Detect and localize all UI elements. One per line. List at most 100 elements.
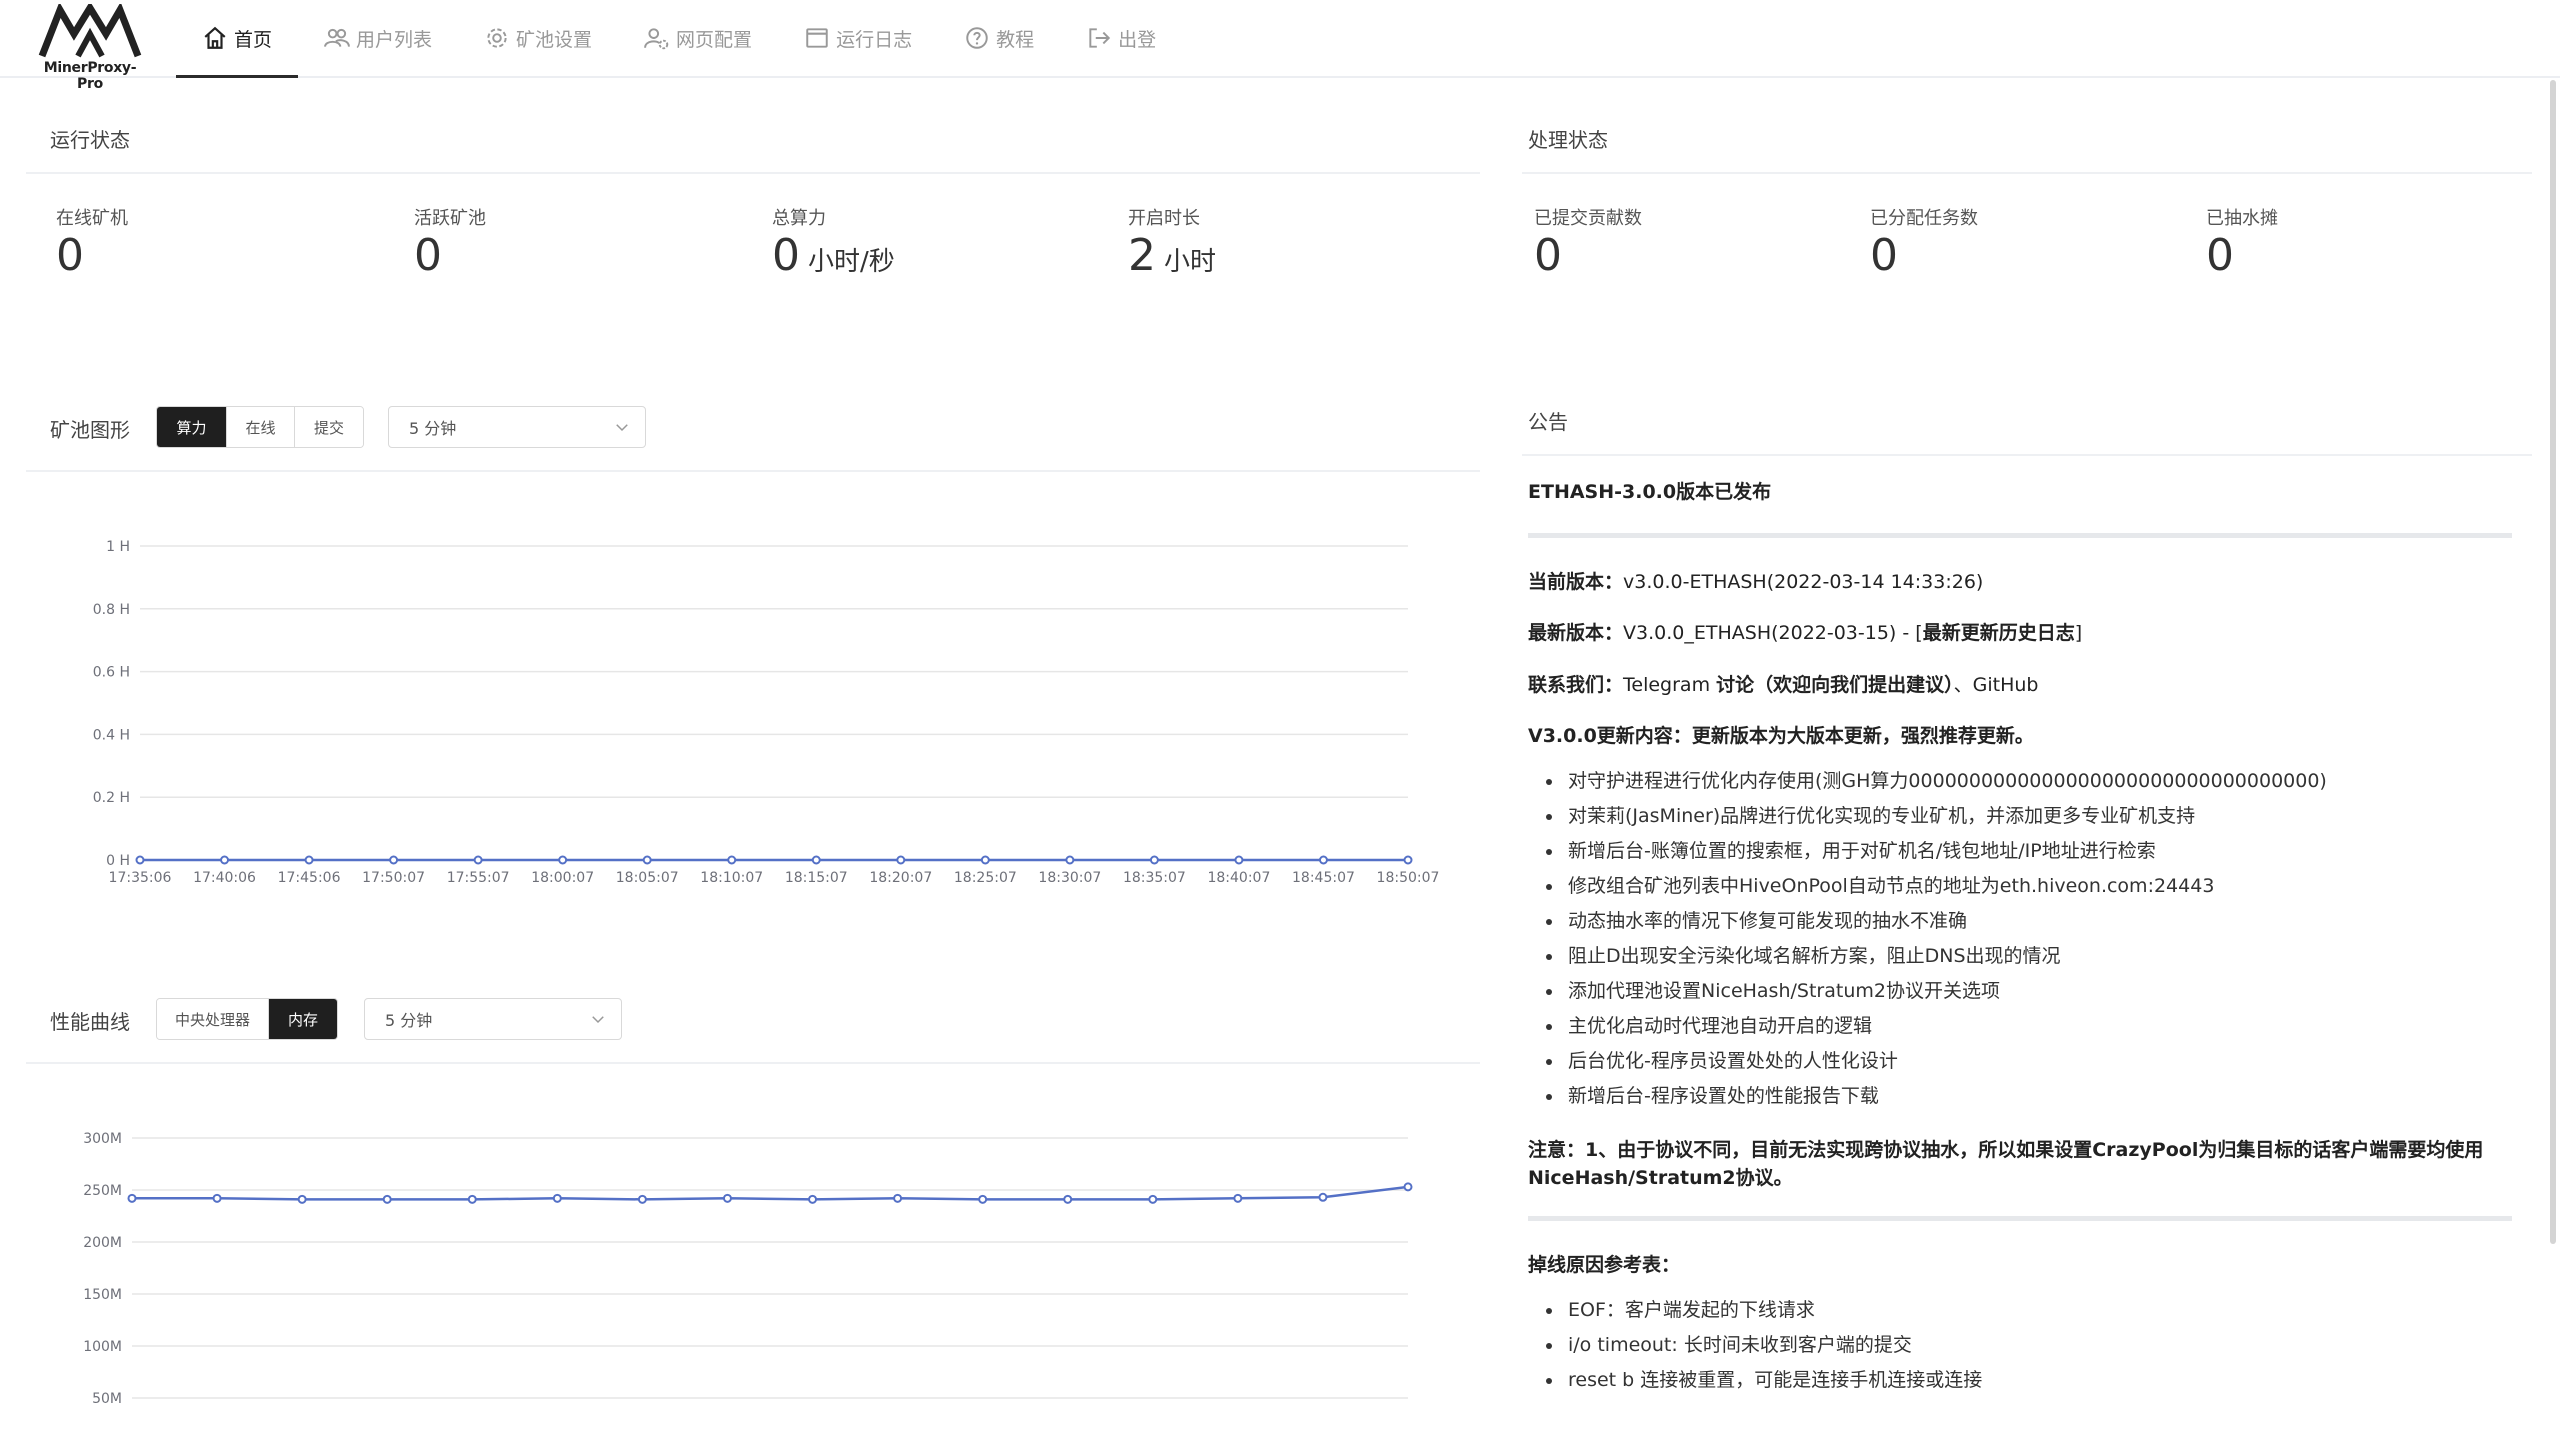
pool-chart-divider xyxy=(26,470,1480,472)
data-point xyxy=(642,855,652,865)
chevron-down-icon xyxy=(592,1016,604,1024)
disconnect-list: EOF：客户端发起的下线请求 i/o timeout: 长时间未收到客户端的提交… xyxy=(1528,1293,2512,1398)
data-point xyxy=(808,1194,818,1204)
y-tick-label: 0.8 H xyxy=(93,602,130,618)
github-link[interactable]: GitHub xyxy=(1973,674,2039,696)
data-point xyxy=(980,855,990,865)
x-tick-label: 17:35:06 xyxy=(109,870,172,886)
y-tick-label: 0 H xyxy=(106,853,130,869)
y-tick-label: 150M xyxy=(83,1287,122,1303)
nav-logs-label: 运行日志 xyxy=(836,28,913,51)
data-point xyxy=(1234,855,1244,865)
user-gear-icon xyxy=(644,28,669,50)
list-item: EOF：客户端发起的下线请求 xyxy=(1528,1293,2512,1328)
pool-chart-tabs: 算力 在线 提交 xyxy=(156,406,364,448)
nav-pool-settings-label: 矿池设置 xyxy=(516,28,593,51)
protocol-note: 注意：1、由于协议不同，目前无法实现跨协议抽水，所以如果设置CrazyPool为… xyxy=(1528,1138,2484,1190)
list-item: 阻止D出现安全污染化域名解析方案，阻止DNS出现的情况 xyxy=(1528,939,2512,974)
tab-cpu[interactable]: 中央处理器 xyxy=(157,999,269,1039)
tab-online[interactable]: 在线 xyxy=(227,407,295,447)
x-tick-label: 17:40:06 xyxy=(193,870,256,886)
list-item: 对茉莉(JasMiner)品牌进行优化实现的专业矿机，并添加更多专业矿机支持 xyxy=(1528,799,2512,834)
logo-text: MinerProxy-Pro xyxy=(43,60,137,92)
process-status-divider xyxy=(1522,172,2532,174)
nav-logs[interactable]: 运行日志 xyxy=(778,0,938,76)
changelog-link[interactable]: 最新更新历史日志 xyxy=(1923,622,2075,644)
perf-chart-tabs: 中央处理器 内存 xyxy=(156,998,338,1040)
page-scrollbar[interactable] xyxy=(2550,80,2556,1244)
data-point xyxy=(389,855,399,865)
x-tick-label: 18:45:07 xyxy=(1292,870,1355,886)
data-point xyxy=(127,1193,137,1203)
tab-hashrate[interactable]: 算力 xyxy=(157,407,227,447)
data-point xyxy=(1233,1193,1243,1203)
nav-tutorial[interactable]: 教程 xyxy=(938,0,1060,76)
y-tick-label: 50M xyxy=(92,1391,122,1407)
gear-icon xyxy=(487,28,507,48)
stat-value: 0 xyxy=(56,230,84,281)
y-tick-label: 250M xyxy=(83,1183,122,1199)
announcement-headline: ETHASH-3.0.0版本已发布 xyxy=(1528,481,1772,503)
data-point xyxy=(220,855,230,865)
perf-interval-select[interactable]: 5 分钟 xyxy=(364,998,622,1040)
stat-value: 0 xyxy=(414,230,442,281)
stat-value: 0 xyxy=(1534,230,1562,281)
x-tick-label: 18:00:07 xyxy=(531,870,594,886)
stat-value: 2 小时 xyxy=(1128,230,1217,281)
series-line xyxy=(132,1185,1409,1201)
nav-users[interactable]: 用户列表 xyxy=(298,0,458,76)
data-point xyxy=(1065,855,1075,865)
data-point xyxy=(722,1193,732,1203)
pool-interval-select[interactable]: 5 分钟 xyxy=(388,406,646,448)
stat-value: 0 xyxy=(2206,230,2234,281)
calendar-icon xyxy=(806,28,828,48)
data-point xyxy=(552,1193,562,1203)
x-tick-label: 18:20:07 xyxy=(869,870,932,886)
tab-submit[interactable]: 提交 xyxy=(295,407,363,447)
app-logo[interactable]: MinerProxy-Pro xyxy=(32,4,148,92)
y-tick-label: 100M xyxy=(83,1339,122,1355)
data-point xyxy=(1149,855,1159,865)
process-status-title: 处理状态 xyxy=(1528,128,1608,152)
list-item: 新增后台-账簿位置的搜索框，用于对矿机名/钱包地址/IP地址进行检索 xyxy=(1528,834,2512,869)
discuss-link[interactable]: 讨论（欢迎向我们提出建议） xyxy=(1716,674,1954,696)
nav-web-config[interactable]: 网页配置 xyxy=(618,0,778,76)
telegram-link[interactable]: Telegram xyxy=(1623,674,1716,696)
nav-logout[interactable]: 出登 xyxy=(1060,0,1182,76)
top-navbar: MinerProxy-Pro 首页 用户列表 矿池设置 网页配置 运行日志 教程 xyxy=(0,0,2560,92)
logout-icon xyxy=(1089,28,1111,48)
y-tick-label: 200M xyxy=(83,1235,122,1251)
data-point xyxy=(811,855,821,865)
announcement-body: ETHASH-3.0.0版本已发布 当前版本：v3.0.0-ETHASH(202… xyxy=(1528,478,2512,1420)
data-point xyxy=(978,1194,988,1204)
stat-uptime: 开启时长 2 小时 xyxy=(1128,204,1216,278)
y-tick-label: 300M xyxy=(83,1131,122,1147)
x-tick-label: 18:05:07 xyxy=(616,870,679,886)
data-point xyxy=(212,1193,222,1203)
x-tick-label: 18:35:07 xyxy=(1123,870,1186,886)
stat-label: 已抽水摊 xyxy=(2206,208,2278,229)
stat-active-pools: 活跃矿池 0 xyxy=(414,204,486,278)
update-list: 对守护进程进行优化内存使用(测GH算力000000000000000000000… xyxy=(1528,764,2512,1114)
data-point xyxy=(1148,1194,1158,1204)
data-point xyxy=(473,855,483,865)
pool-hashrate-chart: 0 H 0.2 H 0.4 H 0.6 H 0.8 H 1 H 17:35:06 17:40:… xyxy=(93,539,1440,886)
tab-memory[interactable]: 内存 xyxy=(269,999,337,1039)
data-point xyxy=(382,1194,392,1204)
data-point xyxy=(893,1193,903,1203)
nav-pool-settings[interactable]: 矿池设置 xyxy=(458,0,618,76)
stat-online-miners: 在线矿机 0 xyxy=(56,204,128,278)
stat-assigned-tasks: 已分配任务数 0 xyxy=(1870,204,1978,278)
data-point xyxy=(1063,1194,1073,1204)
stat-label: 开启时长 xyxy=(1128,208,1200,229)
announcement-divider xyxy=(1522,454,2532,456)
stat-submitted-shares: 已提交贡献数 0 xyxy=(1534,204,1642,278)
main-nav: 首页 用户列表 矿池设置 网页配置 运行日志 教程 出登 xyxy=(176,0,1182,78)
data-point xyxy=(297,1194,307,1204)
announcement-rule xyxy=(1528,1215,2512,1221)
data-point xyxy=(135,855,145,865)
stat-label: 活跃矿池 xyxy=(414,208,486,229)
list-item: reset b 连接被重置，可能是连接手机连接或连接 xyxy=(1528,1363,2512,1398)
nav-home[interactable]: 首页 xyxy=(176,0,299,78)
performance-memory-chart: 50M 100M 150M 200M 250M 300M xyxy=(83,1131,1413,1407)
